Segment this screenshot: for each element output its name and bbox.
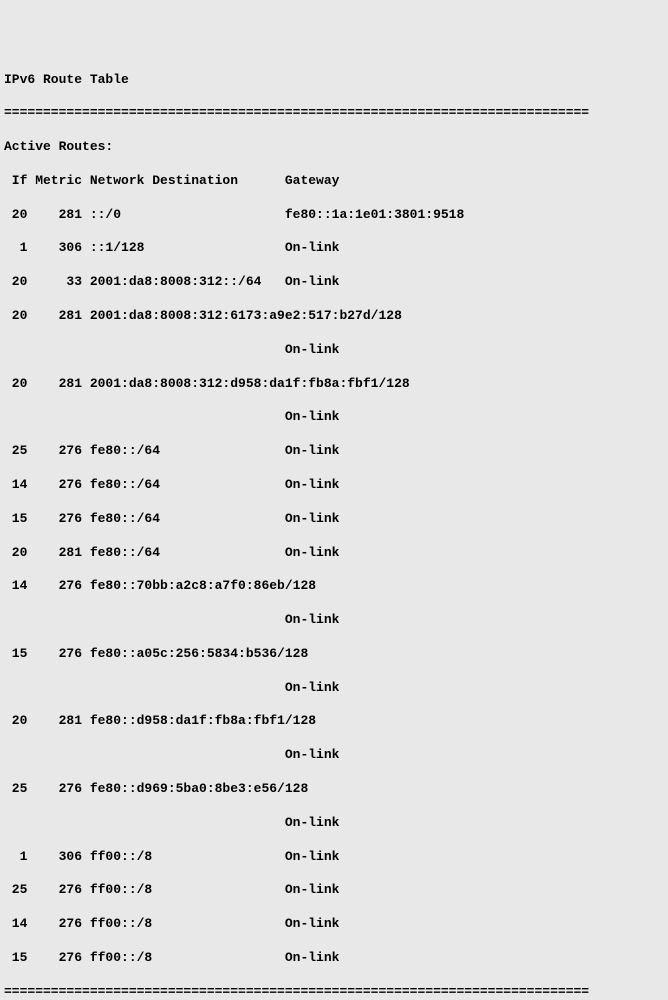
route-row: On-link	[4, 680, 664, 697]
route-row: 20 281 fe80::/64 On-link	[4, 545, 664, 562]
route-row: 14 276 fe80::/64 On-link	[4, 477, 664, 494]
divider-top: ========================================…	[4, 105, 664, 122]
divider-mid: ========================================…	[4, 984, 664, 1000]
route-row: 25 276 ff00::/8 On-link	[4, 882, 664, 899]
route-row: On-link	[4, 612, 664, 629]
route-row: On-link	[4, 747, 664, 764]
route-row: 1 306 ::1/128 On-link	[4, 240, 664, 257]
column-header: If Metric Network Destination Gateway	[4, 173, 664, 190]
route-row: 15 276 fe80::/64 On-link	[4, 511, 664, 528]
route-row: 14 276 ff00::/8 On-link	[4, 916, 664, 933]
title: IPv6 Route Table	[4, 72, 664, 89]
active-routes-header: Active Routes:	[4, 139, 664, 156]
route-row: On-link	[4, 409, 664, 426]
route-row: On-link	[4, 815, 664, 832]
route-row: 20 281 2001:da8:8008:312:6173:a9e2:517:b…	[4, 308, 664, 325]
route-row: 15 276 fe80::a05c:256:5834:b536/128	[4, 646, 664, 663]
route-row: On-link	[4, 342, 664, 359]
route-row: 20 281 fe80::d958:da1f:fb8a:fbf1/128	[4, 713, 664, 730]
route-row: 25 276 fe80::/64 On-link	[4, 443, 664, 460]
route-row: 20 33 2001:da8:8008:312::/64 On-link	[4, 274, 664, 291]
route-row: 20 281 2001:da8:8008:312:d958:da1f:fb8a:…	[4, 376, 664, 393]
route-row: 15 276 ff00::/8 On-link	[4, 950, 664, 967]
route-row: 25 276 fe80::d969:5ba0:8be3:e56/128	[4, 781, 664, 798]
route-row: 1 306 ff00::/8 On-link	[4, 849, 664, 866]
route-row: 14 276 fe80::70bb:a2c8:a7f0:86eb/128	[4, 578, 664, 595]
route-row: 20 281 ::/0 fe80::1a:1e01:3801:9518	[4, 207, 664, 224]
